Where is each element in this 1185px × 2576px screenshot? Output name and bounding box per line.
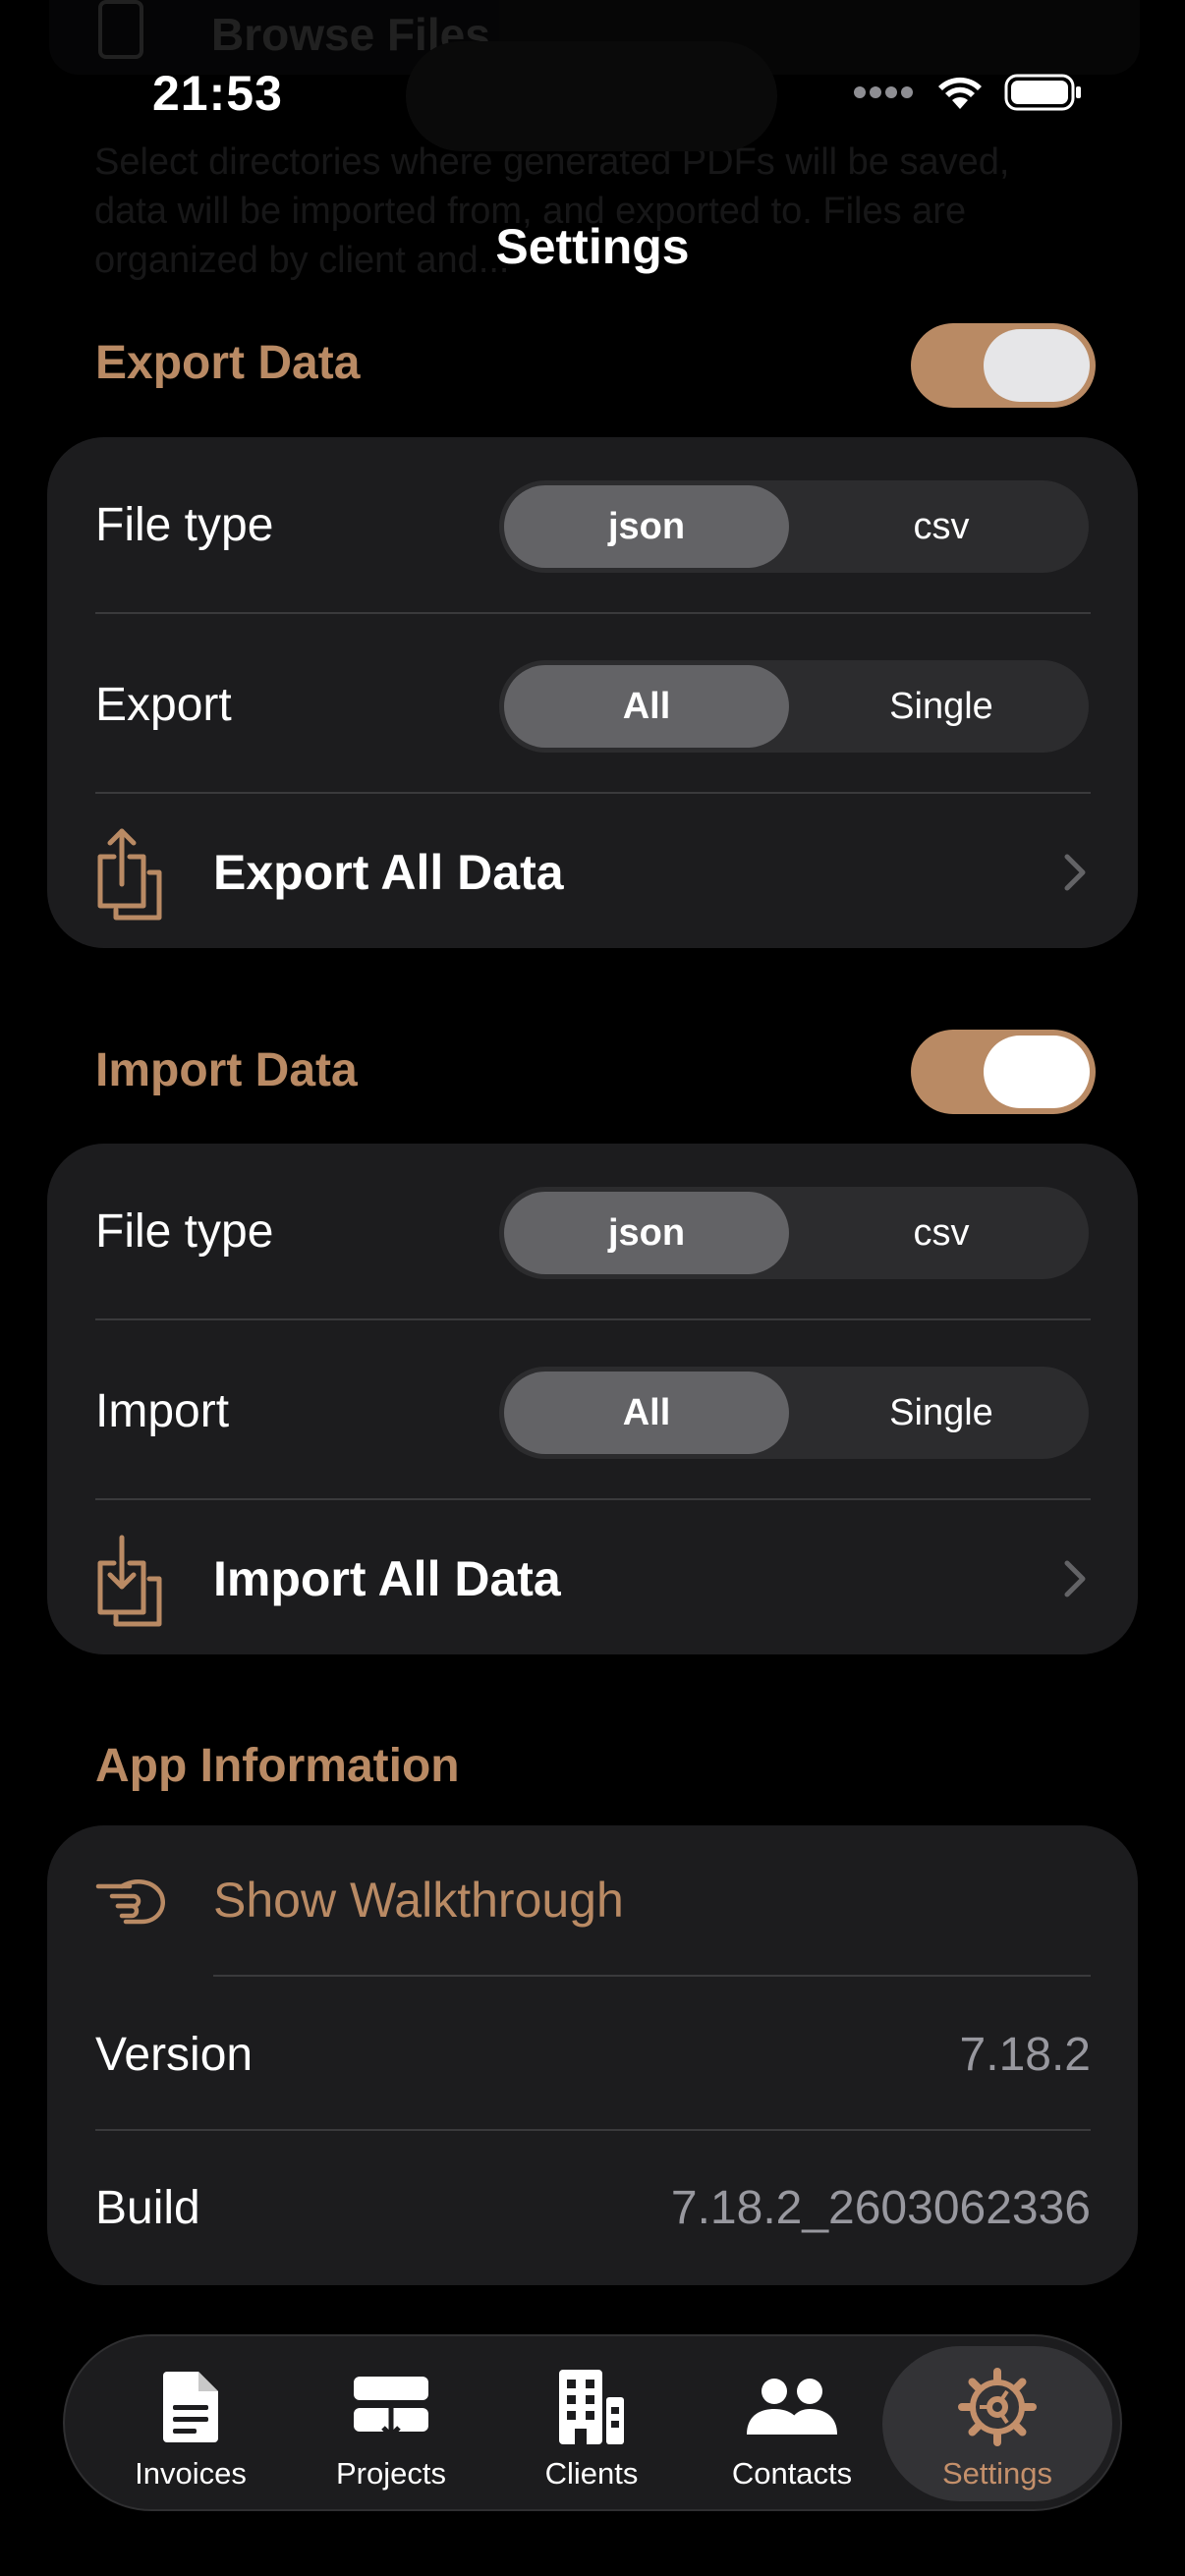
- status-icons: [853, 73, 1083, 112]
- wifi-icon: [938, 77, 982, 109]
- segment-single[interactable]: Single: [799, 1372, 1084, 1454]
- import-toggle[interactable]: [911, 1030, 1096, 1114]
- build-value: 7.18.2_2603062336: [670, 2182, 1091, 2234]
- tab-clients[interactable]: Clients: [493, 2346, 690, 2501]
- version-value: 7.18.2: [959, 2029, 1091, 2081]
- export-section-title: Export Data: [95, 337, 361, 389]
- divider: [95, 792, 1091, 794]
- import-all-data-button[interactable]: Import All Data: [47, 1505, 1138, 1652]
- import-section-title: Import Data: [95, 1044, 358, 1096]
- export-file-type-label: File type: [95, 499, 274, 551]
- app-info-card: Show Walkthrough Version 7.18.2 Build 7.…: [47, 1825, 1138, 2285]
- export-toggle[interactable]: [911, 323, 1096, 408]
- chevron-right-icon: [1064, 1560, 1086, 1597]
- segment-csv[interactable]: csv: [799, 485, 1084, 568]
- page-title: Settings: [495, 219, 690, 274]
- toggle-knob: [984, 1036, 1090, 1108]
- import-scope-segmented[interactable]: All Single: [499, 1367, 1089, 1459]
- building-icon: [559, 2370, 624, 2444]
- status-bar: 21:53: [0, 0, 1185, 196]
- tab-label: Contacts: [731, 2456, 853, 2491]
- dynamic-island: [406, 41, 777, 151]
- import-scope-label: Import: [95, 1385, 230, 1437]
- chevron-right-icon: [1064, 854, 1086, 891]
- tab-settings[interactable]: Settings: [882, 2346, 1112, 2501]
- projects-icon: [354, 2377, 428, 2439]
- export-all-data-label: Export All Data: [213, 845, 564, 900]
- cellular-icon: [854, 86, 913, 98]
- tab-label: Projects: [336, 2456, 446, 2491]
- tab-label: Settings: [941, 2456, 1052, 2491]
- segment-csv[interactable]: csv: [799, 1192, 1084, 1274]
- export-all-data-button[interactable]: Export All Data: [47, 799, 1138, 946]
- import-file-type-label: File type: [95, 1205, 274, 1258]
- show-walkthrough-button[interactable]: Show Walkthrough: [47, 1831, 1138, 1969]
- export-card: File type json csv Export All Single Exp…: [47, 437, 1138, 948]
- people-icon: [747, 2379, 837, 2435]
- segment-all[interactable]: All: [504, 665, 789, 748]
- battery-icon: [1004, 74, 1081, 111]
- import-all-data-label: Import All Data: [213, 1551, 561, 1606]
- segment-all[interactable]: All: [504, 1372, 789, 1454]
- show-walkthrough-label: Show Walkthrough: [213, 1873, 624, 1928]
- toggle-knob: [984, 329, 1090, 402]
- app-info-section-title: App Information: [95, 1740, 460, 1792]
- divider: [95, 1318, 1091, 1320]
- divider: [95, 2129, 1091, 2131]
- divider: [95, 612, 1091, 614]
- build-label: Build: [95, 2182, 200, 2234]
- import-tray-icon: [97, 1535, 162, 1627]
- export-file-type-segmented[interactable]: json csv: [499, 480, 1089, 573]
- tab-bar: Invoices Projects Clients Contacts Setti…: [63, 2334, 1122, 2511]
- status-time: 21:53: [152, 66, 283, 121]
- segment-single[interactable]: Single: [799, 665, 1084, 748]
- divider: [95, 1498, 1091, 1500]
- pointing-hand-icon: [95, 1879, 165, 1925]
- segment-json[interactable]: json: [504, 1192, 789, 1274]
- tab-invoices[interactable]: Invoices: [92, 2346, 289, 2501]
- gear-icon: [958, 2368, 1037, 2446]
- tab-contacts[interactable]: Contacts: [694, 2346, 890, 2501]
- import-file-type-segmented[interactable]: json csv: [499, 1187, 1089, 1279]
- export-scope-segmented[interactable]: All Single: [499, 660, 1089, 753]
- tab-label: Invoices: [135, 2456, 247, 2491]
- export-scope-label: Export: [95, 679, 232, 731]
- version-label: Version: [95, 2029, 254, 2081]
- import-card: File type json csv Import All Single Imp…: [47, 1144, 1138, 1654]
- tab-label: Clients: [544, 2456, 639, 2491]
- tab-projects[interactable]: Projects: [293, 2346, 489, 2501]
- share-export-icon: [97, 828, 162, 921]
- document-icon: [163, 2372, 218, 2442]
- divider: [213, 1975, 1091, 1977]
- segment-json[interactable]: json: [504, 485, 789, 568]
